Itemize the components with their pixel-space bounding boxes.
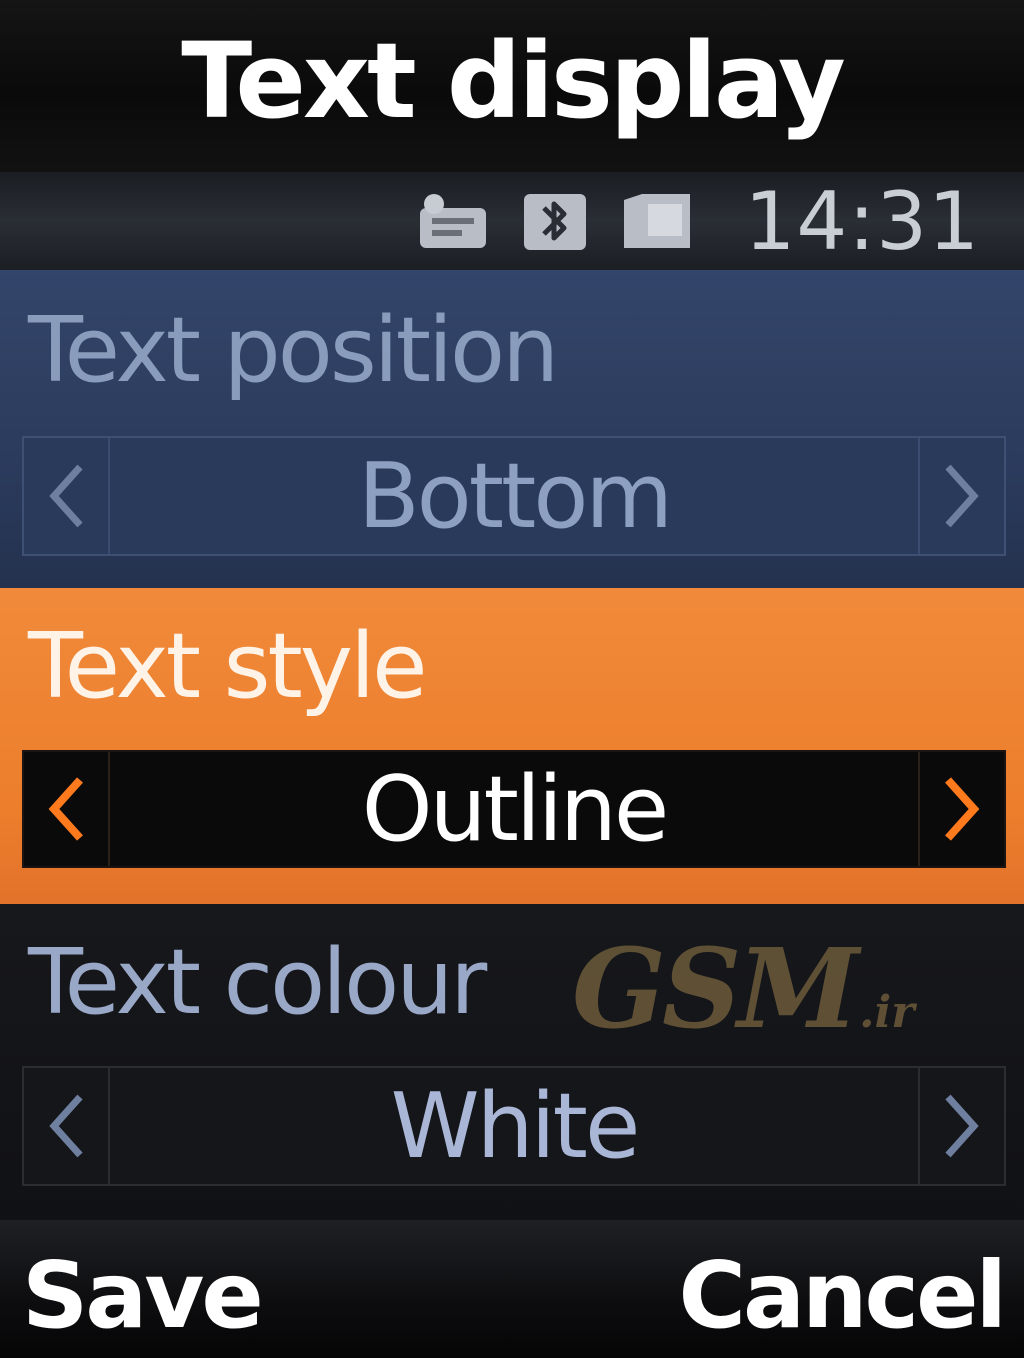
setting-label: Text position: [28, 298, 559, 403]
arrow-right-icon[interactable]: [918, 1068, 1004, 1184]
watermark-main: GSM: [572, 924, 859, 1053]
watermark-logo: GSM.ir: [572, 924, 914, 1053]
phone-screen: Text display 14:31 Text position Bottom …: [0, 0, 1024, 1358]
option-value: Bottom: [357, 443, 673, 549]
page-title: Text display: [181, 20, 846, 142]
title-bar: Text display: [0, 0, 1024, 172]
option-value: Outline: [361, 756, 670, 862]
status-time: 14:31: [744, 174, 980, 268]
option-selector[interactable]: Outline: [22, 750, 1006, 868]
arrow-right-icon[interactable]: [918, 438, 1004, 554]
arrow-left-icon[interactable]: [24, 1068, 110, 1184]
setting-text-colour[interactable]: Text colour GSM.ir White: [0, 904, 1024, 1220]
setting-label: Text colour: [28, 930, 487, 1035]
memory-card-icon: [618, 188, 696, 254]
status-bar: 14:31: [0, 172, 1024, 270]
option-selector[interactable]: White: [22, 1066, 1006, 1186]
option-value: White: [390, 1073, 641, 1179]
softkey-bar: Save Cancel: [0, 1220, 1024, 1358]
arrow-left-icon[interactable]: [24, 438, 110, 554]
watermark-sub: .ir: [859, 987, 915, 1038]
setting-text-style[interactable]: Text style Outline: [0, 588, 1024, 904]
setting-label: Text style: [28, 614, 427, 719]
save-softkey[interactable]: Save: [22, 1242, 264, 1349]
arrow-left-icon[interactable]: [24, 752, 110, 866]
message-icon: [414, 188, 492, 254]
cancel-softkey[interactable]: Cancel: [678, 1242, 1007, 1349]
option-selector[interactable]: Bottom: [22, 436, 1006, 556]
bluetooth-icon: [516, 188, 594, 254]
setting-text-position[interactable]: Text position Bottom: [0, 270, 1024, 588]
arrow-right-icon[interactable]: [918, 752, 1004, 866]
